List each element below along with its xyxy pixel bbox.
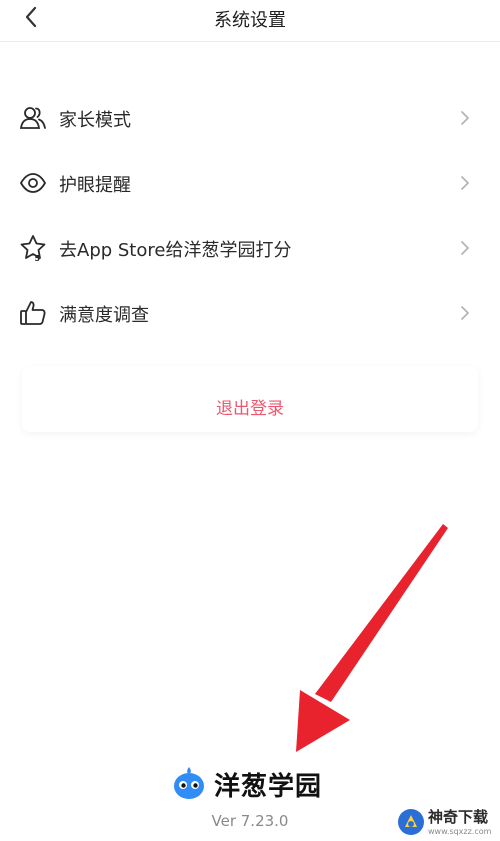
watermark-name: 神奇下载	[428, 808, 489, 826]
settings-list: 家长模式 护眼提醒 5 去App Store给洋葱学园打分 满意度调查	[0, 86, 500, 346]
watermark-logo	[396, 807, 426, 837]
eye-icon	[18, 168, 48, 198]
settings-item-label: 护眼提醒	[59, 175, 131, 196]
settings-item-label: 去App Store给洋葱学园打分	[59, 240, 292, 261]
thumbs-up-icon	[18, 298, 48, 328]
star-five-icon: 5	[18, 233, 48, 263]
onion-mascot-logo	[170, 764, 208, 802]
settings-item-rate-app[interactable]: 5 去App Store给洋葱学园打分	[0, 216, 500, 281]
svg-text:5: 5	[35, 254, 41, 263]
top-bar: 系统设置	[0, 0, 500, 42]
chevron-right-icon	[455, 302, 475, 324]
logout-label[interactable]: 退出登录	[0, 394, 500, 419]
settings-item-parent-mode[interactable]: 家长模式	[0, 86, 500, 151]
chevron-right-icon	[455, 237, 475, 259]
settings-item-eye-care[interactable]: 护眼提醒	[0, 151, 500, 216]
chevron-right-icon	[455, 172, 475, 194]
page-title: 系统设置	[214, 10, 286, 31]
chevron-right-icon	[455, 107, 475, 129]
settings-item-survey[interactable]: 满意度调查	[0, 281, 500, 346]
watermark-url: www.sqxzz.com	[428, 827, 492, 836]
settings-item-label: 满意度调查	[59, 305, 149, 326]
watermark: 神奇下载 www.sqxzz.com	[396, 804, 500, 841]
brand-lockup: 洋葱学园	[170, 764, 335, 804]
people-icon	[18, 103, 48, 133]
brand-name: 洋葱学园	[214, 772, 323, 802]
settings-item-label: 家长模式	[59, 110, 131, 131]
